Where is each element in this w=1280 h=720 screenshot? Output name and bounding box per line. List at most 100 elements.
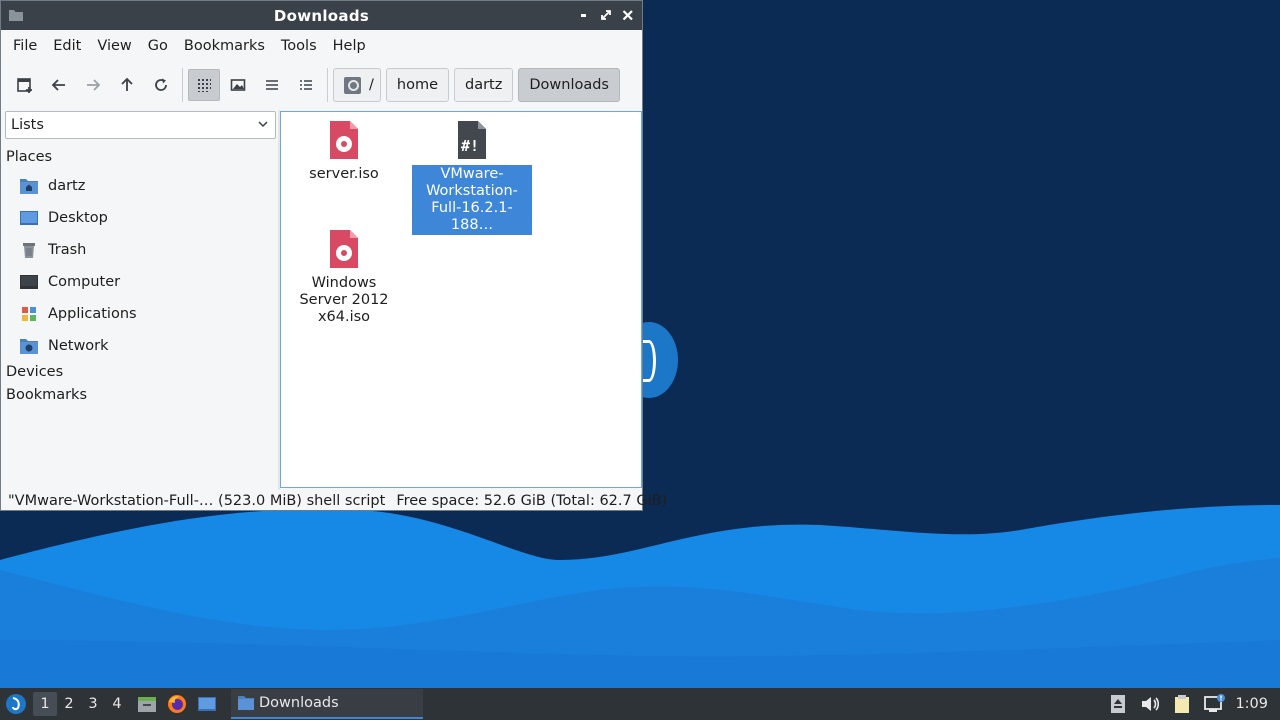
menu-view[interactable]: View bbox=[89, 38, 139, 54]
icon-view-button[interactable] bbox=[188, 69, 220, 101]
minimize-icon bbox=[581, 14, 586, 17]
new-tab-icon bbox=[17, 78, 32, 93]
compact-view-button[interactable] bbox=[256, 69, 288, 101]
network-status-button[interactable] bbox=[1203, 693, 1226, 715]
file-name: Windows Server 2012 x64.iso bbox=[299, 275, 389, 325]
devices-heading[interactable]: Devices bbox=[6, 364, 63, 380]
places-heading[interactable]: Places bbox=[6, 149, 52, 165]
menu-help[interactable]: Help bbox=[325, 38, 374, 54]
file-name: server.iso bbox=[309, 166, 379, 182]
maximize-button[interactable] bbox=[598, 6, 614, 24]
file-manager-icon bbox=[138, 697, 156, 712]
sidebar-item-label: Computer bbox=[48, 274, 121, 290]
file-item-windows-server-iso[interactable]: Windows Server 2012 x64.iso bbox=[283, 228, 405, 327]
sidebar-item-applications[interactable]: Applications bbox=[18, 302, 137, 326]
task-downloads[interactable]: Downloads bbox=[231, 689, 423, 719]
eject-icon bbox=[1111, 695, 1126, 713]
window-title: Downloads bbox=[273, 6, 370, 25]
volume-button[interactable] bbox=[1139, 693, 1161, 715]
maximize-icon bbox=[601, 10, 611, 20]
title-bar[interactable]: Downloads bbox=[1, 1, 642, 30]
menu-file[interactable]: File bbox=[5, 38, 45, 54]
sidebar-item-computer[interactable]: Computer bbox=[18, 270, 120, 294]
file-manager-window: Downloads File Edit View Go Bookmarks To… bbox=[0, 0, 667, 511]
sidebar-item-trash[interactable]: Trash bbox=[18, 238, 86, 262]
selection-status: "VMware-Workstation-Full-… (523.0 MiB) s… bbox=[8, 492, 386, 509]
file-manager-launcher[interactable] bbox=[135, 692, 159, 716]
system-tray: 1:09 bbox=[1107, 688, 1280, 720]
sidebar-mode-value: Lists bbox=[11, 117, 44, 133]
up-button[interactable] bbox=[111, 69, 143, 101]
firefox-icon bbox=[168, 695, 186, 713]
bookmarks-heading[interactable]: Bookmarks bbox=[6, 387, 87, 403]
path-root-label: / bbox=[369, 77, 374, 93]
drive-icon bbox=[344, 76, 361, 94]
home-folder-icon bbox=[18, 176, 40, 196]
workspace-4[interactable]: 4 bbox=[105, 692, 129, 716]
sidebar-item-desktop[interactable]: Desktop bbox=[18, 206, 108, 230]
new-tab-button[interactable] bbox=[9, 69, 41, 101]
status-bar: "VMware-Workstation-Full-… (523.0 MiB) s… bbox=[2, 490, 667, 511]
shell-script-icon: #! bbox=[454, 119, 490, 161]
thumbnail-view-icon bbox=[230, 79, 246, 91]
file-item-server-iso[interactable]: server.iso bbox=[283, 119, 405, 184]
task-label: Downloads bbox=[259, 695, 339, 711]
sidebar-item-dartz[interactable]: dartz bbox=[18, 174, 85, 198]
toolbar-separator bbox=[327, 68, 328, 102]
applications-icon bbox=[18, 304, 40, 324]
sidebar-item-label: Network bbox=[48, 338, 109, 354]
path-home-button[interactable]: home bbox=[385, 68, 449, 102]
network-icon bbox=[18, 336, 40, 356]
svg-text:#!: #! bbox=[461, 137, 479, 155]
workspace-1[interactable]: 1 bbox=[33, 692, 57, 716]
file-item-vmware-script[interactable]: #! VMware-Workstation-Full-16.2.1-188… bbox=[411, 119, 533, 235]
close-button[interactable] bbox=[620, 6, 636, 24]
compact-view-icon bbox=[266, 80, 278, 90]
desktop-icon bbox=[18, 208, 40, 228]
clock[interactable]: 1:09 bbox=[1235, 696, 1268, 712]
chevron-down-icon bbox=[258, 121, 268, 128]
network-status-icon bbox=[1204, 694, 1226, 712]
free-space-status: Free space: 52.6 GiB (Total: 62.7 GiB) bbox=[396, 492, 668, 509]
disc-image-icon bbox=[326, 119, 362, 161]
back-button[interactable] bbox=[43, 69, 75, 101]
workspace-2[interactable]: 2 bbox=[57, 692, 81, 716]
detailed-list-view-button[interactable] bbox=[290, 69, 322, 101]
path-dartz-button[interactable]: dartz bbox=[454, 68, 514, 102]
path-downloads-button[interactable]: Downloads bbox=[518, 68, 620, 102]
disc-image-icon bbox=[326, 228, 362, 270]
sidebar-item-label: Trash bbox=[48, 242, 87, 258]
close-icon bbox=[622, 10, 633, 21]
menu-go[interactable]: Go bbox=[140, 38, 176, 54]
clipboard-icon bbox=[1175, 695, 1190, 713]
path-root-button[interactable]: / bbox=[333, 68, 381, 102]
file-view[interactable]: server.iso #! VMware-Workstation-Full-16… bbox=[280, 111, 642, 488]
sidebar-item-label: Desktop bbox=[48, 210, 108, 226]
reload-icon bbox=[155, 78, 167, 91]
back-arrow-icon bbox=[51, 79, 65, 91]
reload-button[interactable] bbox=[145, 69, 177, 101]
desktop-folder-launcher[interactable] bbox=[195, 692, 219, 716]
taskbar: 1 2 3 4 Downloads 1:09 bbox=[0, 688, 1280, 720]
thumbnail-view-button[interactable] bbox=[222, 69, 254, 101]
menu-edit[interactable]: Edit bbox=[45, 38, 89, 54]
sidebar-item-label: Applications bbox=[48, 306, 137, 322]
sidebar-mode-select[interactable]: Lists bbox=[5, 111, 276, 139]
tray-update-button[interactable] bbox=[1107, 693, 1129, 715]
folder-icon bbox=[238, 696, 254, 710]
sidebar: Lists Places dartz Desktop Trash Compute… bbox=[2, 110, 278, 490]
forward-arrow-icon bbox=[87, 79, 101, 91]
menu-bookmarks[interactable]: Bookmarks bbox=[176, 38, 273, 54]
menu-tools[interactable]: Tools bbox=[273, 38, 325, 54]
forward-button[interactable] bbox=[77, 69, 109, 101]
start-menu-icon[interactable] bbox=[5, 693, 27, 715]
clipboard-button[interactable] bbox=[1171, 693, 1193, 715]
sidebar-item-label: dartz bbox=[48, 178, 86, 194]
toolbar: / home dartz Downloads bbox=[1, 61, 642, 109]
firefox-launcher[interactable] bbox=[165, 692, 189, 716]
sidebar-item-network[interactable]: Network bbox=[18, 334, 109, 358]
computer-icon bbox=[18, 272, 40, 292]
minimize-button[interactable] bbox=[576, 6, 592, 24]
workspace-3[interactable]: 3 bbox=[81, 692, 105, 716]
icon-view-icon bbox=[198, 79, 211, 92]
